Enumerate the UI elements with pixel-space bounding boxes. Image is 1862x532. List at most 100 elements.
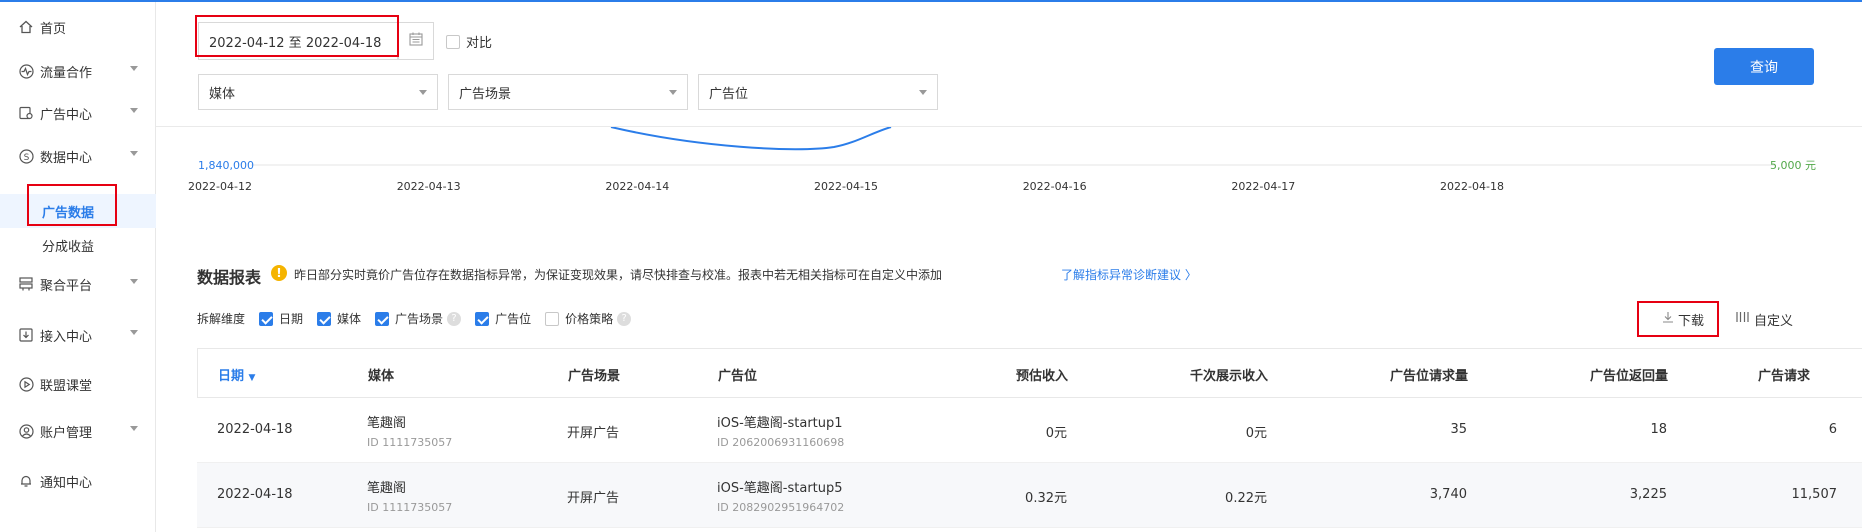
x-axis-tick-label: 2022-04-17: [1231, 180, 1295, 193]
scene-select-value: 广告场景: [459, 86, 512, 102]
customize-button[interactable]: 自定义: [1736, 307, 1816, 331]
sidebar-item-label: 广告中心: [40, 107, 93, 123]
chevron-down-icon: [669, 90, 677, 95]
sidebar-item-home[interactable]: 首页: [0, 10, 156, 44]
sidebar-subitem-revenue-share[interactable]: 分成收益: [0, 228, 156, 262]
x-axis-tick-label: 2022-04-15: [814, 180, 878, 193]
media-select[interactable]: 媒体: [198, 74, 438, 110]
dimension-label: 拆解维度: [197, 312, 246, 326]
sidebar-item-label: 聚合平台: [40, 278, 93, 294]
slot-select-value: 广告位: [709, 86, 749, 102]
trend-line: [610, 127, 892, 151]
help-icon[interactable]: ?: [617, 311, 632, 326]
cell-date: 2022-04-18: [217, 487, 293, 502]
x-axis-tick-label: 2022-04-13: [397, 180, 461, 193]
chevron-down-icon: [130, 279, 138, 284]
cell-returns: 18: [1650, 422, 1667, 437]
pulse-icon: [18, 63, 34, 79]
dim-checkbox[interactable]: [375, 311, 390, 326]
sidebar-item-label: 数据中心: [40, 150, 93, 166]
sidebar-item-traffic[interactable]: 流量合作: [0, 54, 156, 88]
dollar-circle-icon: S: [18, 148, 34, 164]
dim-label: 媒体: [337, 312, 362, 326]
report-title: 数据报表: [197, 268, 262, 287]
sidebar-item-data-center[interactable]: S 数据中心: [0, 139, 156, 173]
column-header-label: 日期: [218, 369, 245, 384]
col-ad-requests: 广告请求: [1758, 369, 1811, 384]
cell-date: 2022-04-18: [217, 422, 293, 437]
chevron-down-icon: [130, 426, 138, 431]
sidebar-item-ad-center[interactable]: 广告中心: [0, 96, 156, 130]
dim-label: 广告位: [495, 312, 532, 326]
table-row[interactable]: 2022-04-18 笔趣阁 ID 1111735057 开屏广告 iOS-笔趣…: [197, 463, 1862, 528]
bell-icon: [18, 473, 34, 489]
ad-icon: [18, 105, 34, 121]
cell-revenue: 0.32元: [1025, 491, 1067, 506]
cell-revenue: 0元: [1045, 426, 1067, 441]
user-circle-icon: [18, 423, 34, 439]
warning-icon: !: [271, 265, 287, 281]
table-header: 日期 ▼ 媒体 广告场景 广告位 预估收入 千次展示收入 广告位请求量 广告位返…: [197, 348, 1862, 398]
calendar-icon: [409, 32, 423, 50]
cell-slot-id: ID 2062006931160698: [717, 436, 845, 449]
sidebar-item-access-center[interactable]: 接入中心: [0, 318, 156, 352]
home-icon: [18, 19, 34, 35]
columns-icon: [1736, 311, 1749, 327]
col-media: 媒体: [368, 369, 395, 384]
diagnosis-link[interactable]: 了解指标异常诊断建议 〉: [1061, 266, 1197, 283]
dim-checkbox[interactable]: [545, 311, 560, 326]
sidebar-item-notifications[interactable]: 通知中心: [0, 464, 156, 498]
sidebar-item-classroom[interactable]: 联盟课堂: [0, 367, 156, 401]
media-select-value: 媒体: [209, 86, 236, 102]
cell-media-id: ID 1111735057: [367, 501, 453, 514]
chevron-down-icon: [130, 151, 138, 156]
svg-text:S: S: [23, 153, 29, 163]
sidebar-subitem-label: 分成收益: [42, 239, 95, 255]
sidebar-item-label: 首页: [40, 21, 67, 37]
cell-media-id: ID 1111735057: [367, 436, 453, 449]
dim-price-strategy[interactable]: 价格策略?: [545, 310, 632, 327]
highlight-box: [27, 184, 117, 226]
chevron-down-icon: [130, 108, 138, 113]
highlight-box: [1637, 301, 1719, 337]
dimension-filters: 拆解维度 日期 媒体 广告场景? 广告位 价格策略?: [197, 310, 645, 327]
report-table: 日期 ▼ 媒体 广告场景 广告位 预估收入 千次展示收入 广告位请求量 广告位返…: [197, 348, 1862, 528]
table-row[interactable]: 2022-04-18 笔趣阁 ID 1111735057 开屏广告 iOS-笔趣…: [197, 398, 1862, 463]
customize-label: 自定义: [1754, 313, 1794, 329]
sidebar-item-label: 流量合作: [40, 65, 93, 81]
dim-media[interactable]: 媒体: [317, 310, 361, 327]
dim-checkbox[interactable]: [317, 311, 332, 326]
dim-slot[interactable]: 广告位: [475, 310, 531, 327]
col-ecpm: 千次展示收入: [1189, 369, 1268, 384]
calendar-button[interactable]: [398, 22, 434, 60]
sidebar: 首页 流量合作 广告中心 S 数据中心 广告数据 分成收益 聚合平台 接入中心 …: [0, 2, 156, 532]
cell-requests: 3,740: [1429, 487, 1467, 502]
dim-label: 日期: [279, 312, 304, 326]
dim-date[interactable]: 日期: [259, 310, 303, 327]
cell-ecpm: 0元: [1245, 426, 1267, 441]
cell-slot: iOS-笔趣阁-startup5: [717, 481, 843, 496]
query-button[interactable]: 查询: [1714, 48, 1814, 85]
sidebar-item-label: 通知中心: [40, 475, 93, 491]
help-icon[interactable]: ?: [447, 311, 462, 326]
cell-scene: 开屏广告: [567, 426, 620, 441]
left-axis-label: 1,840,000: [198, 159, 254, 172]
dim-checkbox[interactable]: [259, 311, 274, 326]
col-date[interactable]: 日期 ▼: [218, 365, 255, 384]
dim-scene[interactable]: 广告场景?: [375, 310, 462, 327]
col-slot: 广告位: [718, 369, 758, 384]
sort-icon[interactable]: ▼: [249, 373, 256, 383]
report-notice: 昨日部分实时竟价广告位存在数据指标异常，为保证变现效果，请尽快排查与校准。报表中…: [294, 268, 943, 282]
dim-checkbox[interactable]: [475, 311, 490, 326]
scene-select[interactable]: 广告场景: [448, 74, 688, 110]
sidebar-item-label: 账户管理: [40, 425, 93, 441]
slot-select[interactable]: 广告位: [698, 74, 938, 110]
sidebar-item-aggregation[interactable]: 聚合平台: [0, 267, 156, 301]
col-revenue: 预估收入: [1015, 369, 1068, 384]
cell-scene: 开屏广告: [567, 491, 620, 506]
sidebar-item-account[interactable]: 账户管理: [0, 414, 156, 448]
col-returns: 广告位返回量: [1589, 369, 1668, 384]
compare-toggle[interactable]: 对比: [446, 32, 492, 51]
x-axis-tick-label: 2022-04-18: [1440, 180, 1504, 193]
compare-checkbox[interactable]: [446, 34, 460, 49]
